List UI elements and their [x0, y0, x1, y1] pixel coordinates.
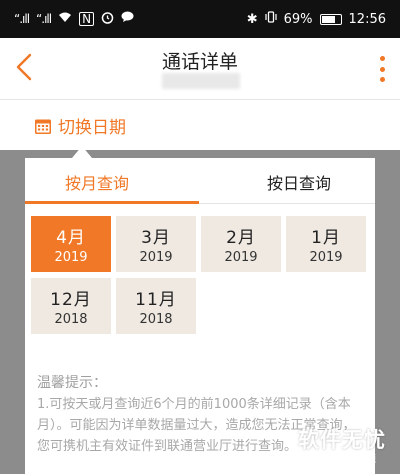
wifi-icon [58, 11, 72, 27]
more-dot [380, 56, 385, 61]
more-dot [380, 66, 385, 72]
status-bar: “.ıll “.ıll N ✱ 69% 12:56 [0, 0, 400, 38]
clock: 12:56 [348, 11, 386, 27]
battery-percent: 69% [283, 11, 313, 27]
watermark-logo: 软件无忧 努力解决软件问题 [292, 422, 396, 472]
tab-indicator [25, 201, 199, 204]
month-cell-2019-02[interactable]: 2月 2019 [201, 216, 281, 272]
status-left: “.ıll “.ıll N [14, 11, 134, 28]
year-label: 2019 [139, 250, 173, 265]
nfc-icon: N [79, 12, 95, 26]
switch-date-label: 切换日期 [58, 118, 126, 138]
app-header: 通话详单 [0, 38, 400, 100]
calendar-icon [35, 119, 51, 134]
tab-by-month[interactable]: 按月查询 [65, 170, 129, 194]
month-label: 11月 [135, 290, 177, 310]
more-menu-button[interactable] [380, 56, 386, 82]
month-cell-2018-12[interactable]: 12月 2018 [31, 278, 111, 334]
bluetooth-icon: ✱ [246, 11, 258, 27]
signal-icon-2: “.ıll [36, 12, 52, 26]
month-label: 4月 [56, 228, 86, 248]
message-icon [121, 11, 134, 27]
switch-date-button[interactable]: 切换日期 [34, 113, 126, 138]
month-cell-2019-03[interactable]: 3月 2019 [116, 216, 196, 272]
year-label: 2018 [139, 312, 173, 327]
battery-icon [319, 13, 342, 25]
switch-date-row: 切换日期 [0, 100, 400, 150]
month-cell-2018-11[interactable]: 11月 2018 [116, 278, 196, 334]
signal-icon: “.ıll [14, 12, 30, 26]
tab-by-day[interactable]: 按日查询 [267, 170, 331, 194]
month-cell-2019-01[interactable]: 1月 2019 [286, 216, 366, 272]
month-label: 1月 [311, 228, 341, 248]
year-label: 2019 [224, 250, 258, 265]
month-label: 3月 [141, 228, 171, 248]
year-label: 2018 [54, 312, 88, 327]
alarm-icon [101, 11, 114, 28]
year-label: 2019 [54, 250, 88, 265]
vibrate-icon [265, 11, 277, 27]
more-dot [380, 77, 385, 82]
watermark-title: 软件无忧 [298, 428, 386, 452]
phone-number-redacted [162, 73, 240, 89]
month-label: 2月 [226, 228, 256, 248]
popup-caret [72, 146, 92, 158]
status-right: ✱ 69% 12:56 [247, 11, 386, 27]
page-title: 通话详单 [161, 51, 238, 73]
month-label: 12月 [50, 290, 92, 310]
tips-title: 温馨提示： [37, 375, 107, 391]
query-tabs: 按月查询 按日查询 [25, 158, 375, 204]
month-cell-2019-04[interactable]: 4月 2019 [31, 216, 111, 272]
watermark-subtitle: 努力解决软件问题 [304, 455, 377, 465]
year-label: 2019 [309, 250, 343, 265]
